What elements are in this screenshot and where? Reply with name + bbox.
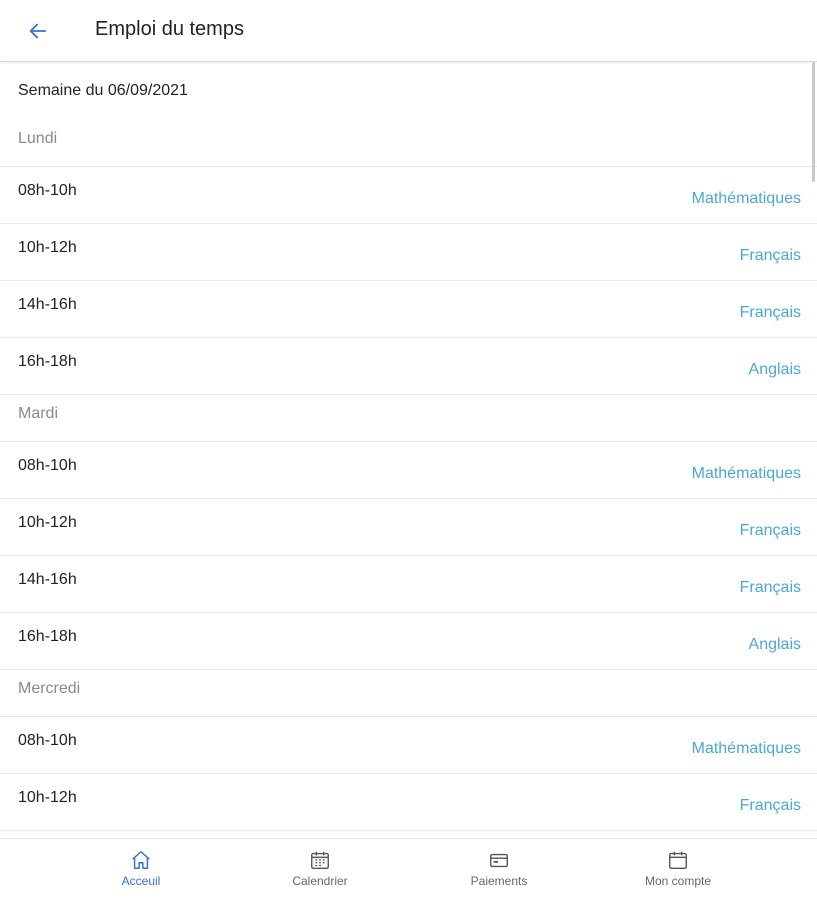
- timetable-list[interactable]: Semaine du 06/09/2021 Lundi 08h-10h Mathém…: [0, 62, 817, 838]
- schedule-row[interactable]: 08h-10h Mathématiques: [0, 167, 817, 224]
- slot-subject[interactable]: Mathématiques: [692, 740, 801, 758]
- slot-subject[interactable]: Français: [740, 304, 801, 322]
- slot-subject[interactable]: Anglais: [749, 636, 801, 654]
- page-title: Emploi du temps: [95, 18, 244, 40]
- slot-time: 08h-10h: [18, 182, 77, 199]
- schedule-row[interactable]: 08h-10h Mathématiques: [0, 442, 817, 499]
- week-label: Semaine du 06/09/2021: [0, 62, 817, 120]
- arrow-left-icon: [29, 23, 47, 39]
- app-header: Emploi du temps: [0, 0, 817, 62]
- slot-time: 10h-12h: [18, 789, 77, 806]
- schedule-row[interactable]: 10h-12h Français: [0, 224, 817, 281]
- day-name: Mercredi: [18, 680, 81, 697]
- slot-time: 08h-10h: [18, 732, 77, 749]
- slot-time: 10h-12h: [18, 514, 77, 531]
- slot-subject[interactable]: Français: [740, 579, 801, 597]
- account-icon: [669, 851, 687, 869]
- schedule-row[interactable]: 14h-16h Français: [0, 281, 817, 338]
- day-header: Mercredi: [0, 670, 817, 717]
- schedule-row[interactable]: 16h-18h Anglais: [0, 338, 817, 395]
- slot-subject[interactable]: Français: [740, 522, 801, 540]
- slot-subject[interactable]: Anglais: [749, 361, 801, 379]
- nav-item-home[interactable]: Acceuil: [71, 839, 211, 901]
- nav-label-payments: Paiements: [470, 874, 528, 888]
- schedule-row[interactable]: 10h-12h Français: [0, 774, 817, 831]
- slot-time: 14h-16h: [18, 571, 77, 588]
- nav-item-calendar[interactable]: Calendrier: [250, 839, 390, 901]
- day-header: Mardi: [0, 395, 817, 442]
- slot-time: 16h-18h: [18, 628, 77, 645]
- nav-label-account: Mon compte: [644, 874, 712, 888]
- slot-time: 08h-10h: [18, 457, 77, 474]
- schedule-row[interactable]: 08h-10h Mathématiques: [0, 717, 817, 774]
- schedule-row[interactable]: 16h-18h Anglais: [0, 613, 817, 670]
- slot-time: 14h-16h: [18, 296, 77, 313]
- slot-time: 16h-18h: [18, 353, 77, 370]
- slot-time: 10h-12h: [18, 239, 77, 256]
- day-header: Lundi: [0, 120, 817, 167]
- payment-card-icon: [490, 853, 508, 868]
- day-name: Lundi: [18, 130, 58, 147]
- scrollbar[interactable]: [812, 62, 815, 182]
- nav-label-calendar: Calendrier: [292, 874, 348, 888]
- week-label-text: Semaine du 06/09/2021: [18, 82, 188, 99]
- nav-item-payments[interactable]: Paiements: [429, 839, 569, 901]
- slot-subject[interactable]: Mathématiques: [692, 190, 801, 208]
- home-icon: [132, 851, 150, 869]
- bottom-navigation: Acceuil Calendrier Paiements Mon compte: [0, 838, 817, 901]
- nav-label-home: Acceuil: [121, 874, 161, 888]
- days-container: Lundi 08h-10h Mathématiques 10h-12h Français…: [0, 120, 817, 831]
- schedule-row[interactable]: 14h-16h Français: [0, 556, 817, 613]
- slot-subject[interactable]: Français: [740, 247, 801, 265]
- schedule-row[interactable]: 10h-12h Français: [0, 499, 817, 556]
- calendar-icon: [311, 851, 329, 869]
- back-button[interactable]: [24, 17, 52, 45]
- nav-item-account[interactable]: Mon compte: [608, 839, 748, 901]
- slot-subject[interactable]: Français: [740, 797, 801, 815]
- day-name: Mardi: [18, 405, 59, 422]
- slot-subject[interactable]: Mathématiques: [692, 465, 801, 483]
